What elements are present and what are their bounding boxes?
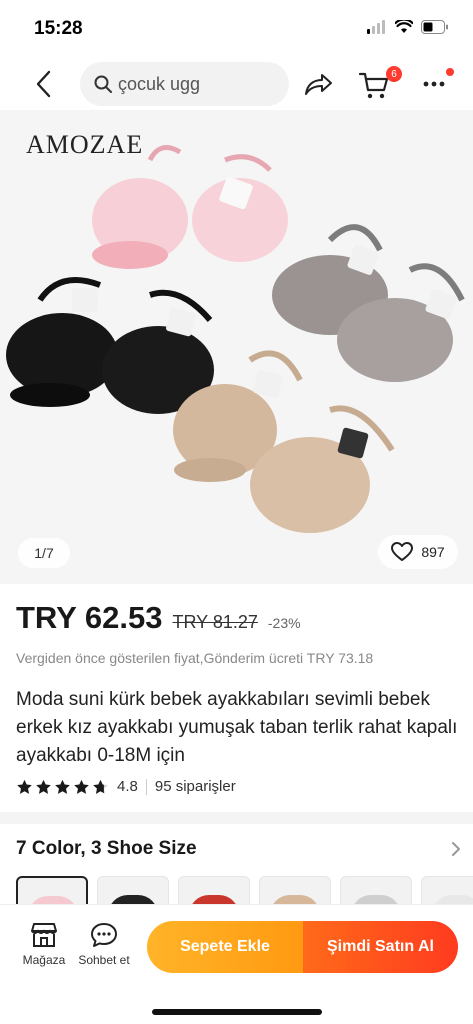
star-half-icon	[93, 779, 108, 794]
store-icon	[31, 923, 57, 947]
star-icon	[36, 779, 51, 794]
battery-icon	[421, 20, 449, 39]
chevron-right-icon	[452, 842, 460, 856]
search-input[interactable]: çocuk ugg	[80, 62, 289, 106]
more-dots-icon	[423, 81, 445, 87]
image-counter: 1/7	[18, 538, 70, 568]
variant-selector-header[interactable]: 7 Color, 3 Shoe Size	[16, 838, 461, 860]
notification-dot	[446, 68, 454, 76]
heart-icon	[391, 542, 414, 561]
signal-icon	[367, 20, 387, 39]
rating-stars	[16, 779, 109, 795]
divider	[145, 778, 147, 795]
variant-title: 7 Color, 3 Shoe Size	[16, 838, 197, 859]
discount-badge: -23%	[267, 615, 301, 631]
price-row: TRY 62.53 TRY 81.27 -23%	[16, 600, 301, 636]
add-to-cart-button[interactable]: Sepete Ekle	[147, 921, 303, 973]
more-menu-button[interactable]	[414, 66, 454, 102]
share-button[interactable]	[302, 68, 336, 100]
cart-button[interactable]: 6	[356, 66, 402, 102]
rating-value: 4.8	[117, 778, 138, 795]
top-nav: çocuk ugg 6	[0, 58, 473, 110]
star-icon	[74, 779, 89, 794]
status-icons	[367, 18, 449, 39]
section-divider	[0, 812, 473, 824]
chat-icon	[91, 923, 117, 947]
favorite-count: 897	[421, 544, 445, 560]
chat-label: Sohbet et	[78, 953, 130, 967]
store-label: Mağaza	[22, 953, 66, 967]
home-indicator	[152, 1009, 322, 1015]
star-icon	[17, 779, 32, 794]
tax-shipping-note: Vergiden önce gösterilen fiyat,Gönderim …	[16, 650, 374, 666]
product-image-gallery[interactable]: AMOZAE 1/7 897	[0, 110, 473, 584]
share-icon	[305, 74, 332, 95]
status-time: 15:28	[34, 18, 83, 39]
original-price: TRY 81.27	[172, 612, 258, 632]
favorite-button[interactable]: 897	[378, 535, 458, 569]
store-button[interactable]: Mağaza	[16, 921, 72, 967]
rating-row[interactable]: 4.8 95 siparişler	[16, 778, 236, 795]
star-icon	[55, 779, 70, 794]
product-title: Moda suni kürk bebek ayakkabıları seviml…	[16, 689, 458, 766]
search-query: çocuk ugg	[118, 73, 201, 94]
wifi-icon	[394, 18, 414, 39]
chat-button[interactable]: Sohbet et	[76, 921, 132, 967]
bottom-action-bar: Mağaza Sohbet et Sepete Ekle Şimdi Satın…	[0, 904, 473, 1024]
product-photo	[6, 145, 465, 533]
buy-now-button[interactable]: Şimdi Satın Al	[303, 921, 458, 973]
search-icon	[94, 75, 112, 93]
status-bar: 15:28	[0, 0, 473, 58]
chevron-left-icon	[36, 70, 51, 98]
cart-count-badge: 6	[386, 66, 402, 82]
current-price: TRY 62.53	[16, 600, 163, 635]
order-count: 95 siparişler	[154, 778, 236, 795]
back-button[interactable]	[28, 68, 58, 100]
